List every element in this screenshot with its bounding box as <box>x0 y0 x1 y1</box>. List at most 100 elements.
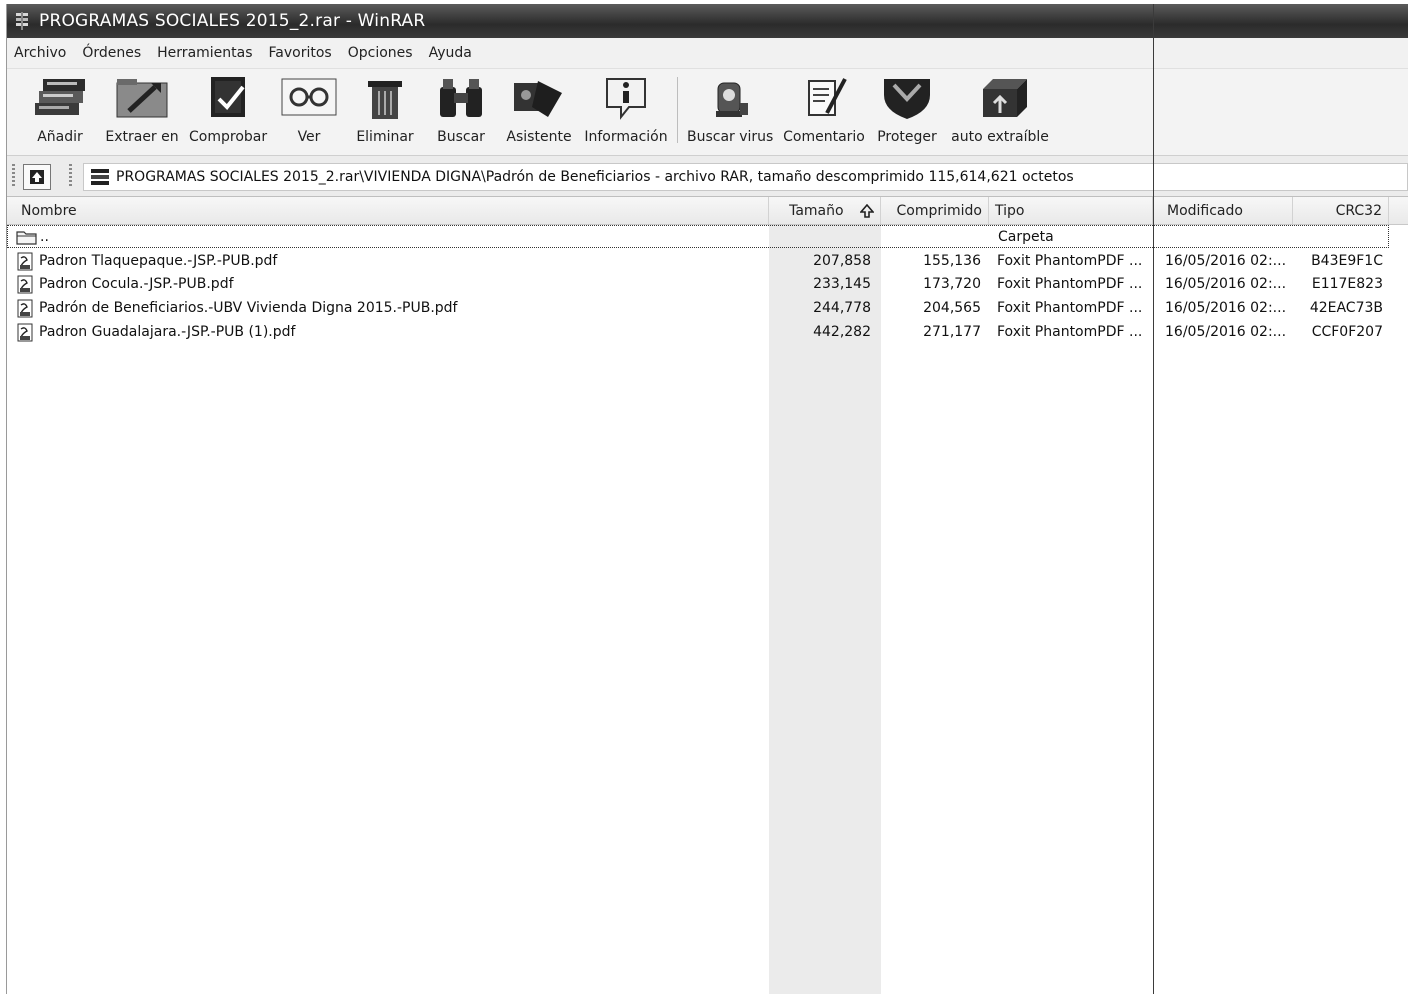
toolbar-separator <box>677 77 678 143</box>
virus-scan-icon <box>716 82 748 117</box>
find-label: Buscar <box>437 129 485 145</box>
view-button[interactable]: Ver <box>277 73 341 151</box>
column-header-modified[interactable]: Modificado <box>1153 197 1293 224</box>
file-packed: 155,136 <box>923 253 981 269</box>
info-button[interactable]: Información <box>583 73 669 151</box>
column-header-size[interactable]: Tamaño <box>769 197 881 224</box>
file-name: Padron Cocula.-JSP.-PUB.pdf <box>39 276 234 292</box>
menu-opciones[interactable]: Opciones <box>340 45 421 61</box>
view-glasses-icon <box>281 78 337 116</box>
file-name: Padron Tlaquepaque.-JSP.-PUB.pdf <box>39 253 278 269</box>
protect-button[interactable]: Proteger <box>873 73 941 151</box>
window-title: PROGRAMAS SOCIALES 2015_2.rar - WinRAR <box>39 11 426 31</box>
protect-label: Proteger <box>877 129 937 145</box>
file-size: 442,282 <box>813 324 871 340</box>
wizard-icon <box>514 81 562 117</box>
sfx-button[interactable]: auto extraíble <box>951 73 1049 151</box>
parent-folder-type: Carpeta <box>998 229 1054 245</box>
test-book-icon <box>211 77 245 117</box>
file-crc: CCF0F207 <box>1311 324 1383 340</box>
toolbar-grip[interactable] <box>69 164 72 188</box>
file-type: Foxit PhantomPDF ... <box>997 253 1143 269</box>
find-button[interactable]: Buscar <box>427 73 495 151</box>
comment-button[interactable]: Comentario <box>783 73 865 151</box>
parent-folder-row[interactable]: .. Carpeta <box>7 225 1389 248</box>
winrar-app-icon <box>16 12 28 30</box>
sfx-label: auto extraíble <box>951 129 1049 145</box>
comment-icon <box>808 78 847 116</box>
pdf-file-icon <box>17 323 33 342</box>
file-crc: 42EAC73B <box>1309 300 1383 316</box>
shield-icon <box>884 79 930 119</box>
menu-ayuda[interactable]: Ayuda <box>421 45 480 61</box>
file-modified: 16/05/2016 02:... <box>1165 300 1287 316</box>
folder-icon <box>16 231 37 245</box>
menu-ordenes[interactable]: Órdenes <box>74 45 149 61</box>
virus-scan-label: Buscar virus <box>687 129 774 145</box>
file-type: Foxit PhantomPDF ... <box>997 324 1143 340</box>
file-crc: B43E9F1C <box>1311 253 1383 269</box>
column-header-size-label: Tamaño <box>789 203 844 219</box>
file-crc: E117E823 <box>1311 276 1383 292</box>
file-modified: 16/05/2016 02:... <box>1165 276 1287 292</box>
add-books-icon <box>35 79 85 115</box>
toolbar: Añadir Extraer en Comprobar Ver Eliminar… <box>7 69 1408 156</box>
virus-scan-button[interactable]: Buscar virus <box>687 73 774 151</box>
archive-icon <box>91 169 109 185</box>
menu-herramientas[interactable]: Herramientas <box>149 45 260 61</box>
comment-label: Comentario <box>783 129 865 145</box>
delete-trash-icon <box>368 81 402 119</box>
menu-favoritos[interactable]: Favoritos <box>261 45 340 61</box>
menu-archivo[interactable]: Archivo <box>7 45 74 61</box>
file-name: Padron Guadalajara.-JSP.-PUB (1).pdf <box>39 324 296 340</box>
path-text: PROGRAMAS SOCIALES 2015_2.rar\VIVIENDA D… <box>116 169 1074 185</box>
file-packed: 204,565 <box>923 300 981 316</box>
parent-folder-name: .. <box>40 229 49 245</box>
wizard-button[interactable]: Asistente <box>503 73 575 151</box>
delete-label: Eliminar <box>356 129 414 145</box>
file-size: 244,778 <box>813 300 871 316</box>
file-row[interactable]: Padron Cocula.-JSP.-PUB.pdf 233,145 173,… <box>7 273 1408 296</box>
delete-button[interactable]: Eliminar <box>351 73 419 151</box>
pdf-file-icon <box>17 252 33 271</box>
file-type: Foxit PhantomPDF ... <box>997 300 1143 316</box>
arrow-up-icon <box>30 170 44 184</box>
toolbar-grip[interactable] <box>12 164 15 188</box>
file-row[interactable]: Padron Tlaquepaque.-JSP.-PUB.pdf 207,858… <box>7 250 1408 273</box>
column-header-crc[interactable]: CRC32 <box>1293 197 1389 224</box>
column-header-name[interactable]: Nombre <box>7 197 769 224</box>
file-type: Foxit PhantomPDF ... <box>997 276 1143 292</box>
column-header-type[interactable]: Tipo <box>989 197 1153 224</box>
extract-button[interactable]: Extraer en <box>103 73 181 151</box>
binoculars-icon <box>440 79 482 117</box>
wizard-label: Asistente <box>506 129 572 145</box>
winrar-window: PROGRAMAS SOCIALES 2015_2.rar - WinRAR A… <box>6 4 1408 994</box>
extract-label: Extraer en <box>105 129 179 145</box>
pdf-file-icon <box>17 299 33 318</box>
file-name: Padrón de Beneficiarios.-UBV Vivienda Di… <box>39 300 458 316</box>
up-folder-button[interactable] <box>23 164 51 190</box>
title-bar[interactable]: PROGRAMAS SOCIALES 2015_2.rar - WinRAR <box>7 4 1408 38</box>
file-row[interactable]: Padron Guadalajara.-JSP.-PUB (1).pdf 442… <box>7 321 1408 344</box>
file-packed: 271,177 <box>923 324 981 340</box>
file-list: Nombre Tamaño Comprimido Tipo Modificado… <box>7 4 1408 994</box>
column-header-packed[interactable]: Comprimido <box>881 197 989 224</box>
test-label: Comprobar <box>189 129 268 145</box>
test-button[interactable]: Comprobar <box>189 73 267 151</box>
file-packed: 173,720 <box>923 276 981 292</box>
file-row[interactable]: Padrón de Beneficiarios.-UBV Vivienda Di… <box>7 297 1408 320</box>
file-modified: 16/05/2016 02:... <box>1165 324 1287 340</box>
extract-folder-icon <box>116 79 168 118</box>
info-icon <box>606 78 646 120</box>
column-header-row: Nombre Tamaño Comprimido Tipo Modificado… <box>7 197 1408 225</box>
path-field[interactable]: PROGRAMAS SOCIALES 2015_2.rar\VIVIENDA D… <box>83 163 1408 191</box>
sfx-box-icon <box>983 79 1027 117</box>
info-label: Información <box>584 129 668 145</box>
add-label: Añadir <box>37 129 83 145</box>
sort-ascending-icon <box>860 204 874 218</box>
column-divider <box>1153 4 1154 994</box>
add-button[interactable]: Añadir <box>25 73 95 151</box>
menu-bar: Archivo Órdenes Herramientas Favoritos O… <box>7 38 1408 69</box>
file-size: 233,145 <box>813 276 871 292</box>
view-label: Ver <box>297 129 321 145</box>
